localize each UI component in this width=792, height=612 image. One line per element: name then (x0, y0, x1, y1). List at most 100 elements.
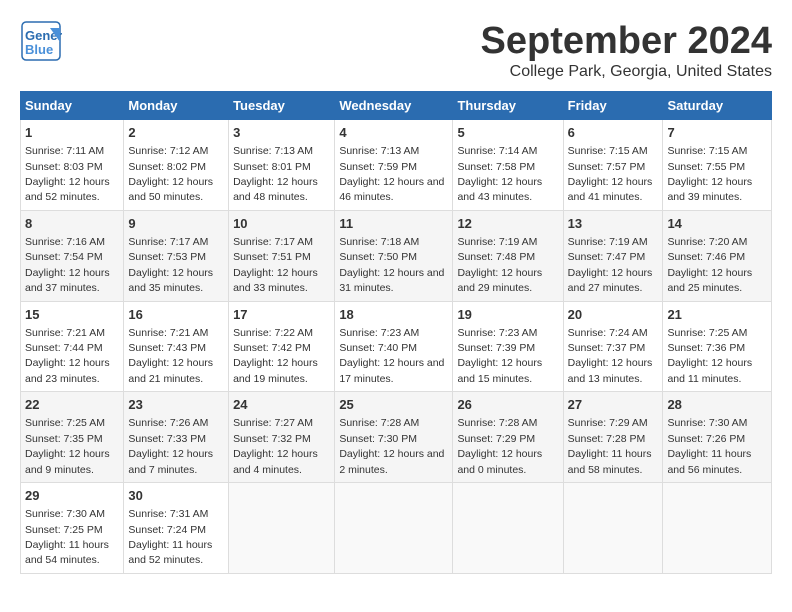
calendar-cell: 8 Sunrise: 7:16 AM Sunset: 7:54 PM Dayli… (21, 210, 124, 301)
calendar-cell: 4 Sunrise: 7:13 AM Sunset: 7:59 PM Dayli… (335, 120, 453, 211)
sunset-info: Sunset: 7:47 PM (568, 251, 646, 263)
daylight-info: Daylight: 12 hours and 35 minutes. (128, 267, 213, 294)
day-number: 21 (667, 306, 767, 324)
calendar-cell: 13 Sunrise: 7:19 AM Sunset: 7:47 PM Dayl… (563, 210, 663, 301)
daylight-info: Daylight: 12 hours and 37 minutes. (25, 267, 110, 294)
calendar-cell: 11 Sunrise: 7:18 AM Sunset: 7:50 PM Dayl… (335, 210, 453, 301)
calendar-cell: 7 Sunrise: 7:15 AM Sunset: 7:55 PM Dayli… (663, 120, 772, 211)
sunset-info: Sunset: 7:50 PM (339, 251, 417, 263)
daylight-info: Daylight: 12 hours and 46 minutes. (339, 176, 444, 203)
sunrise-info: Sunrise: 7:13 AM (339, 145, 419, 157)
day-number: 29 (25, 487, 119, 505)
day-number: 16 (128, 306, 224, 324)
sunset-info: Sunset: 7:32 PM (233, 433, 311, 445)
col-monday: Monday (124, 92, 229, 120)
day-number: 26 (457, 396, 558, 414)
page-subtitle: College Park, Georgia, United States (481, 63, 773, 81)
sunrise-info: Sunrise: 7:19 AM (457, 236, 537, 248)
daylight-info: Daylight: 12 hours and 27 minutes. (568, 267, 653, 294)
sunset-info: Sunset: 7:42 PM (233, 342, 311, 354)
day-number: 14 (667, 215, 767, 233)
daylight-info: Daylight: 12 hours and 50 minutes. (128, 176, 213, 203)
day-number: 13 (568, 215, 659, 233)
daylight-info: Daylight: 12 hours and 0 minutes. (457, 448, 542, 475)
sunrise-info: Sunrise: 7:15 AM (568, 145, 648, 157)
sunrise-info: Sunrise: 7:21 AM (25, 327, 105, 339)
svg-text:Blue: Blue (25, 42, 53, 57)
logo-icon: General Blue (20, 20, 62, 62)
col-thursday: Thursday (453, 92, 563, 120)
day-number: 27 (568, 396, 659, 414)
sunrise-info: Sunrise: 7:29 AM (568, 417, 648, 429)
calendar-cell: 23 Sunrise: 7:26 AM Sunset: 7:33 PM Dayl… (124, 392, 229, 483)
calendar-cell: 18 Sunrise: 7:23 AM Sunset: 7:40 PM Dayl… (335, 301, 453, 392)
page-title: September 2024 (481, 20, 773, 63)
calendar-cell (335, 483, 453, 574)
sunrise-info: Sunrise: 7:18 AM (339, 236, 419, 248)
day-number: 8 (25, 215, 119, 233)
calendar-cell: 16 Sunrise: 7:21 AM Sunset: 7:43 PM Dayl… (124, 301, 229, 392)
sunrise-info: Sunrise: 7:27 AM (233, 417, 313, 429)
day-number: 11 (339, 215, 448, 233)
daylight-info: Daylight: 12 hours and 39 minutes. (667, 176, 752, 203)
calendar-cell (563, 483, 663, 574)
sunrise-info: Sunrise: 7:17 AM (233, 236, 313, 248)
col-sunday: Sunday (21, 92, 124, 120)
sunset-info: Sunset: 7:43 PM (128, 342, 206, 354)
daylight-info: Daylight: 12 hours and 43 minutes. (457, 176, 542, 203)
daylight-info: Daylight: 12 hours and 25 minutes. (667, 267, 752, 294)
sunrise-info: Sunrise: 7:12 AM (128, 145, 208, 157)
calendar-cell: 3 Sunrise: 7:13 AM Sunset: 8:01 PM Dayli… (229, 120, 335, 211)
sunset-info: Sunset: 7:25 PM (25, 524, 103, 536)
day-number: 28 (667, 396, 767, 414)
col-tuesday: Tuesday (229, 92, 335, 120)
daylight-info: Daylight: 12 hours and 7 minutes. (128, 448, 213, 475)
sunrise-info: Sunrise: 7:21 AM (128, 327, 208, 339)
sunset-info: Sunset: 7:30 PM (339, 433, 417, 445)
day-number: 10 (233, 215, 330, 233)
calendar-cell: 2 Sunrise: 7:12 AM Sunset: 8:02 PM Dayli… (124, 120, 229, 211)
calendar-cell: 14 Sunrise: 7:20 AM Sunset: 7:46 PM Dayl… (663, 210, 772, 301)
sunrise-info: Sunrise: 7:26 AM (128, 417, 208, 429)
sunrise-info: Sunrise: 7:14 AM (457, 145, 537, 157)
sunset-info: Sunset: 7:24 PM (128, 524, 206, 536)
calendar-row: 22 Sunrise: 7:25 AM Sunset: 7:35 PM Dayl… (21, 392, 772, 483)
sunset-info: Sunset: 7:48 PM (457, 251, 535, 263)
calendar-cell: 5 Sunrise: 7:14 AM Sunset: 7:58 PM Dayli… (453, 120, 563, 211)
title-block: September 2024 College Park, Georgia, Un… (481, 20, 773, 81)
daylight-info: Daylight: 11 hours and 52 minutes. (128, 539, 212, 566)
header-row: Sunday Monday Tuesday Wednesday Thursday… (21, 92, 772, 120)
calendar-cell: 19 Sunrise: 7:23 AM Sunset: 7:39 PM Dayl… (453, 301, 563, 392)
day-number: 9 (128, 215, 224, 233)
logo: General Blue (20, 20, 62, 62)
calendar-row: 8 Sunrise: 7:16 AM Sunset: 7:54 PM Dayli… (21, 210, 772, 301)
calendar-row: 1 Sunrise: 7:11 AM Sunset: 8:03 PM Dayli… (21, 120, 772, 211)
day-number: 30 (128, 487, 224, 505)
sunset-info: Sunset: 8:03 PM (25, 161, 103, 173)
daylight-info: Daylight: 12 hours and 11 minutes. (667, 357, 752, 384)
sunrise-info: Sunrise: 7:16 AM (25, 236, 105, 248)
sunset-info: Sunset: 7:59 PM (339, 161, 417, 173)
calendar-cell: 6 Sunrise: 7:15 AM Sunset: 7:57 PM Dayli… (563, 120, 663, 211)
daylight-info: Daylight: 12 hours and 19 minutes. (233, 357, 318, 384)
day-number: 25 (339, 396, 448, 414)
day-number: 1 (25, 124, 119, 142)
sunrise-info: Sunrise: 7:28 AM (339, 417, 419, 429)
calendar-cell: 28 Sunrise: 7:30 AM Sunset: 7:26 PM Dayl… (663, 392, 772, 483)
daylight-info: Daylight: 11 hours and 54 minutes. (25, 539, 109, 566)
calendar-cell: 24 Sunrise: 7:27 AM Sunset: 7:32 PM Dayl… (229, 392, 335, 483)
day-number: 22 (25, 396, 119, 414)
calendar-cell: 25 Sunrise: 7:28 AM Sunset: 7:30 PM Dayl… (335, 392, 453, 483)
day-number: 23 (128, 396, 224, 414)
calendar-cell (229, 483, 335, 574)
sunrise-info: Sunrise: 7:25 AM (25, 417, 105, 429)
calendar-cell: 29 Sunrise: 7:30 AM Sunset: 7:25 PM Dayl… (21, 483, 124, 574)
sunrise-info: Sunrise: 7:17 AM (128, 236, 208, 248)
daylight-info: Daylight: 12 hours and 33 minutes. (233, 267, 318, 294)
calendar-cell: 21 Sunrise: 7:25 AM Sunset: 7:36 PM Dayl… (663, 301, 772, 392)
day-number: 18 (339, 306, 448, 324)
daylight-info: Daylight: 12 hours and 13 minutes. (568, 357, 653, 384)
sunset-info: Sunset: 7:37 PM (568, 342, 646, 354)
sunrise-info: Sunrise: 7:25 AM (667, 327, 747, 339)
calendar-cell: 22 Sunrise: 7:25 AM Sunset: 7:35 PM Dayl… (21, 392, 124, 483)
